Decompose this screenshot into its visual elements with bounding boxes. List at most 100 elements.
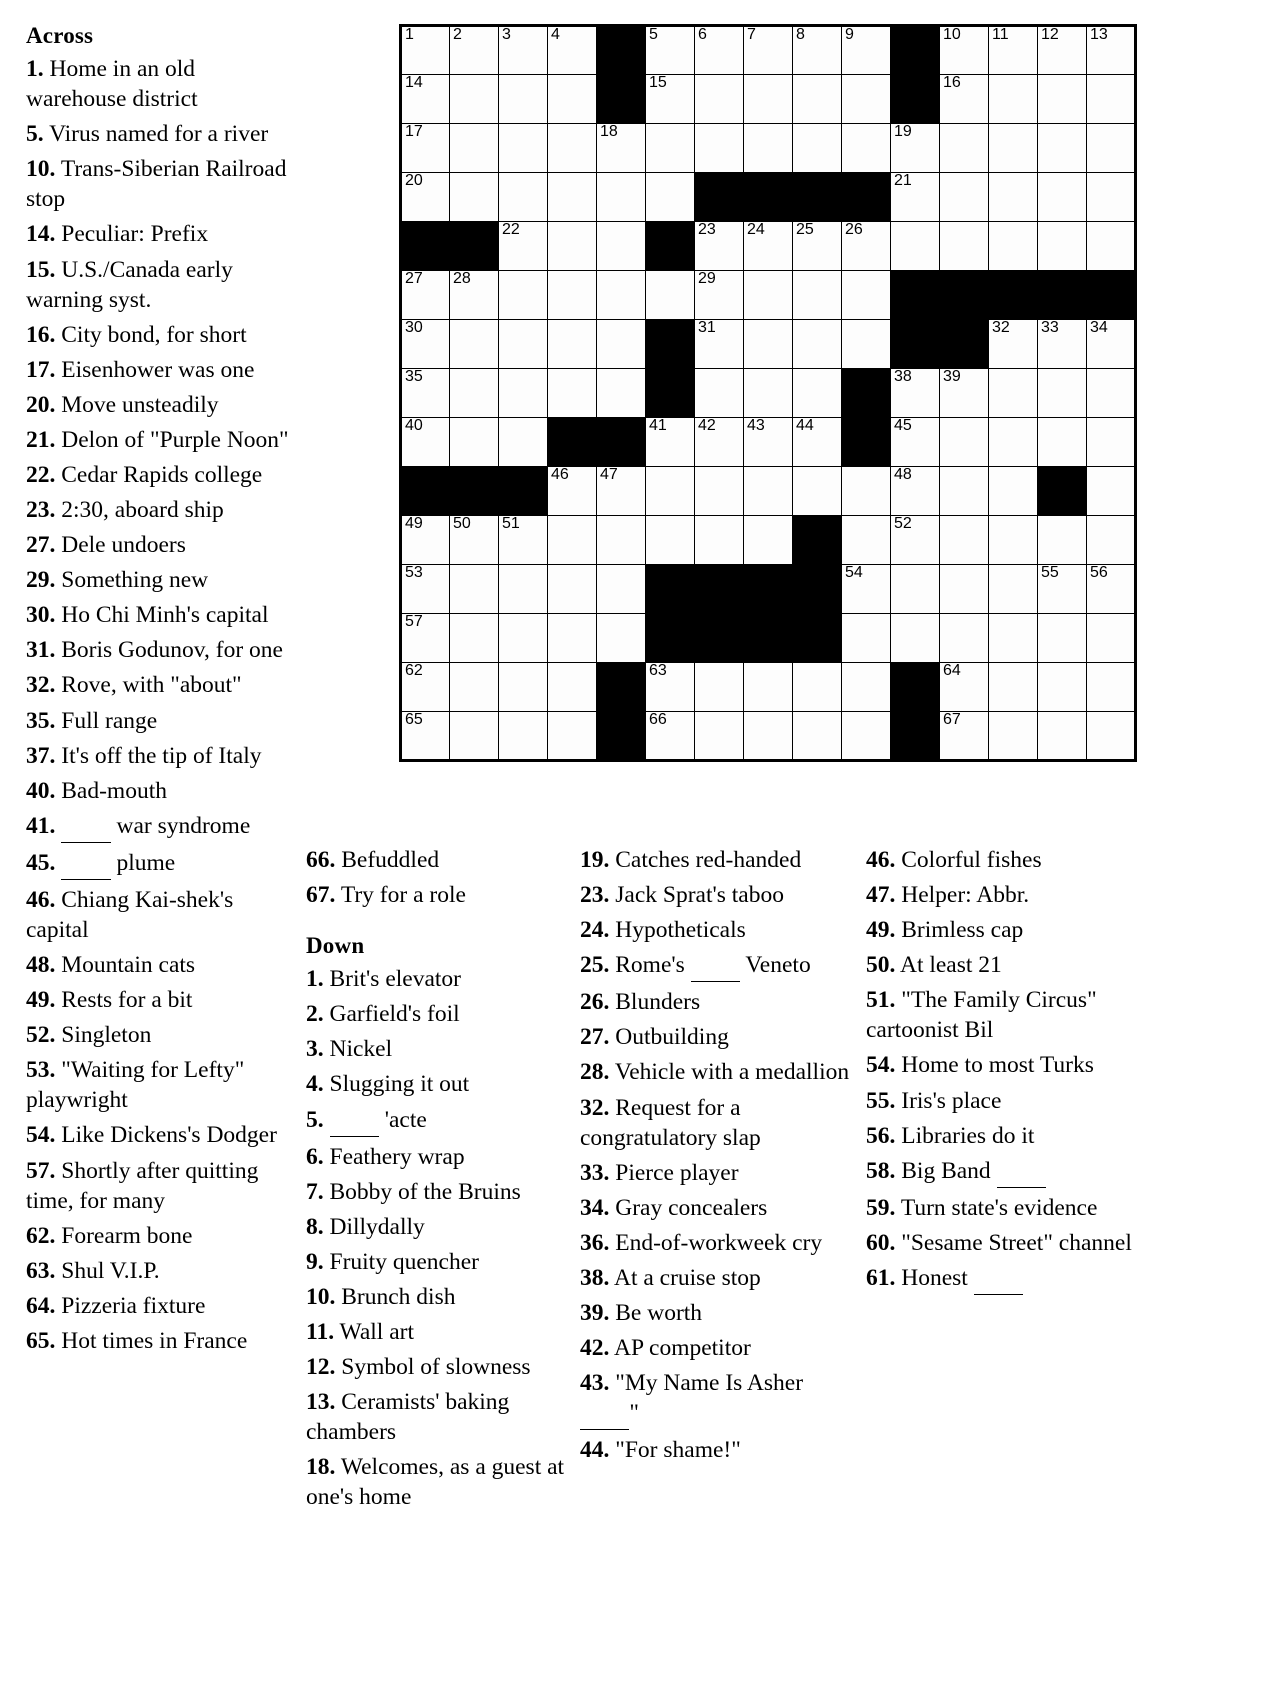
grid-cell[interactable] — [939, 515, 989, 565]
clue-item[interactable]: 31. Boris Godunov, for one — [26, 635, 298, 665]
clue-item[interactable]: 44. "For shame!" — [580, 1435, 852, 1465]
grid-cell[interactable] — [449, 613, 499, 663]
grid-cell[interactable] — [890, 564, 940, 614]
grid-cell[interactable]: 30 — [400, 319, 450, 369]
grid-cell[interactable] — [645, 515, 695, 565]
clue-item[interactable]: 38. At a cruise stop — [580, 1263, 852, 1293]
clue-item[interactable]: 17. Eisenhower was one — [26, 355, 298, 385]
clue-item[interactable]: 11. Wall art — [306, 1317, 568, 1347]
clue-item[interactable]: 51. "The Family Circus" cartoonist Bil — [866, 985, 1156, 1045]
clue-item[interactable]: 63. Shul V.I.P. — [26, 1256, 298, 1286]
grid-cell[interactable] — [547, 221, 597, 271]
grid-cell[interactable] — [547, 319, 597, 369]
grid-cell[interactable]: 32 — [988, 319, 1038, 369]
clue-item[interactable]: 37. It's off the tip of Italy — [26, 741, 298, 771]
grid-cell[interactable]: 66 — [645, 711, 695, 761]
grid-cell[interactable]: 63 — [645, 662, 695, 712]
grid-cell[interactable] — [596, 319, 646, 369]
clue-item[interactable]: 53. "Waiting for Lefty" playwright — [26, 1055, 298, 1115]
clue-item[interactable]: 66. Befuddled — [306, 845, 568, 875]
grid-cell[interactable] — [694, 368, 744, 418]
clue-item[interactable]: 33. Pierce player — [580, 1158, 852, 1188]
clue-item[interactable]: 47. Helper: Abbr. — [866, 880, 1156, 910]
grid-cell[interactable]: 21 — [890, 172, 940, 222]
grid-cell[interactable]: 33 — [1037, 319, 1087, 369]
clue-item[interactable]: 45. plume — [26, 848, 298, 880]
clue-item[interactable]: 9. Fruity quencher — [306, 1247, 568, 1277]
grid-cell[interactable] — [841, 319, 891, 369]
clue-item[interactable]: 18. Welcomes, as a guest at one's home — [306, 1452, 568, 1512]
grid-cell[interactable] — [1086, 711, 1136, 761]
grid-cell[interactable]: 40 — [400, 417, 450, 467]
grid-cell[interactable] — [694, 123, 744, 173]
grid-cell[interactable]: 47 — [596, 466, 646, 516]
grid-cell[interactable] — [988, 417, 1038, 467]
grid-cell[interactable]: 10 — [939, 25, 989, 75]
grid-cell[interactable]: 27 — [400, 270, 450, 320]
clue-item[interactable]: 29. Something new — [26, 565, 298, 595]
grid-cell[interactable]: 29 — [694, 270, 744, 320]
clue-item[interactable]: 57. Shortly after quitting time, for man… — [26, 1156, 298, 1216]
grid-cell[interactable] — [547, 711, 597, 761]
clue-item[interactable]: 4. Slugging it out — [306, 1069, 568, 1099]
clue-item[interactable]: 3. Nickel — [306, 1034, 568, 1064]
clue-item[interactable]: 61. Honest — [866, 1263, 1156, 1296]
grid-cell[interactable] — [547, 564, 597, 614]
grid-cell[interactable] — [939, 613, 989, 663]
grid-cell[interactable] — [547, 74, 597, 124]
grid-cell[interactable]: 31 — [694, 319, 744, 369]
grid-cell[interactable] — [694, 466, 744, 516]
grid-cell[interactable] — [1037, 613, 1087, 663]
clue-item[interactable]: 50. At least 21 — [866, 950, 1156, 980]
clue-item[interactable]: 34. Gray concealers — [580, 1193, 852, 1223]
grid-cell[interactable] — [694, 662, 744, 712]
grid-cell[interactable]: 19 — [890, 123, 940, 173]
clue-item[interactable]: 1. Home in an old warehouse district — [26, 54, 298, 114]
clue-item[interactable]: 27. Outbuilding — [580, 1022, 852, 1052]
grid-cell[interactable]: 38 — [890, 368, 940, 418]
grid-cell[interactable]: 22 — [498, 221, 548, 271]
grid-cell[interactable] — [498, 711, 548, 761]
grid-cell[interactable] — [449, 564, 499, 614]
clue-item[interactable]: 5. Virus named for a river — [26, 119, 298, 149]
grid-cell[interactable] — [498, 270, 548, 320]
grid-cell[interactable] — [596, 515, 646, 565]
clue-item[interactable]: 35. Full range — [26, 706, 298, 736]
grid-cell[interactable] — [890, 613, 940, 663]
grid-cell[interactable] — [1037, 123, 1087, 173]
grid-cell[interactable]: 4 — [547, 25, 597, 75]
clue-item[interactable]: 48. Mountain cats — [26, 950, 298, 980]
crossword-grid[interactable]: 1 2 3 4 5 6 7 8 9 10 11 12 13 14 15 16 17 18 19 20 21 22 23 24 2… — [399, 24, 1137, 762]
clue-item[interactable]: 32. Rove, with "about" — [26, 670, 298, 700]
grid-cell[interactable] — [841, 74, 891, 124]
grid-cell[interactable]: 25 — [792, 221, 842, 271]
grid-cell[interactable] — [498, 417, 548, 467]
clue-item[interactable]: 26. Blunders — [580, 987, 852, 1017]
grid-cell[interactable] — [645, 172, 695, 222]
grid-cell[interactable] — [939, 172, 989, 222]
grid-cell[interactable]: 18 — [596, 123, 646, 173]
grid-cell[interactable]: 8 — [792, 25, 842, 75]
grid-cell[interactable]: 15 — [645, 74, 695, 124]
grid-cell[interactable]: 50 — [449, 515, 499, 565]
clue-item[interactable]: 30. Ho Chi Minh's capital — [26, 600, 298, 630]
grid-cell[interactable]: 3 — [498, 25, 548, 75]
grid-cell[interactable] — [743, 515, 793, 565]
grid-cell[interactable] — [1037, 515, 1087, 565]
clue-item[interactable]: 23. 2:30, aboard ship — [26, 495, 298, 525]
grid-cell[interactable]: 12 — [1037, 25, 1087, 75]
clue-item[interactable]: 23. Jack Sprat's taboo — [580, 880, 852, 910]
grid-cell[interactable] — [988, 662, 1038, 712]
grid-cell[interactable] — [841, 270, 891, 320]
grid-cell[interactable]: 49 — [400, 515, 450, 565]
grid-cell[interactable]: 2 — [449, 25, 499, 75]
grid-cell[interactable]: 11 — [988, 25, 1038, 75]
clue-item[interactable]: 32. Request for a congratulatory slap — [580, 1093, 852, 1153]
grid-cell[interactable]: 42 — [694, 417, 744, 467]
grid-cell[interactable] — [449, 368, 499, 418]
grid-cell[interactable] — [596, 270, 646, 320]
grid-cell[interactable] — [743, 123, 793, 173]
grid-cell[interactable] — [792, 711, 842, 761]
grid-cell[interactable]: 14 — [400, 74, 450, 124]
grid-cell[interactable] — [988, 613, 1038, 663]
